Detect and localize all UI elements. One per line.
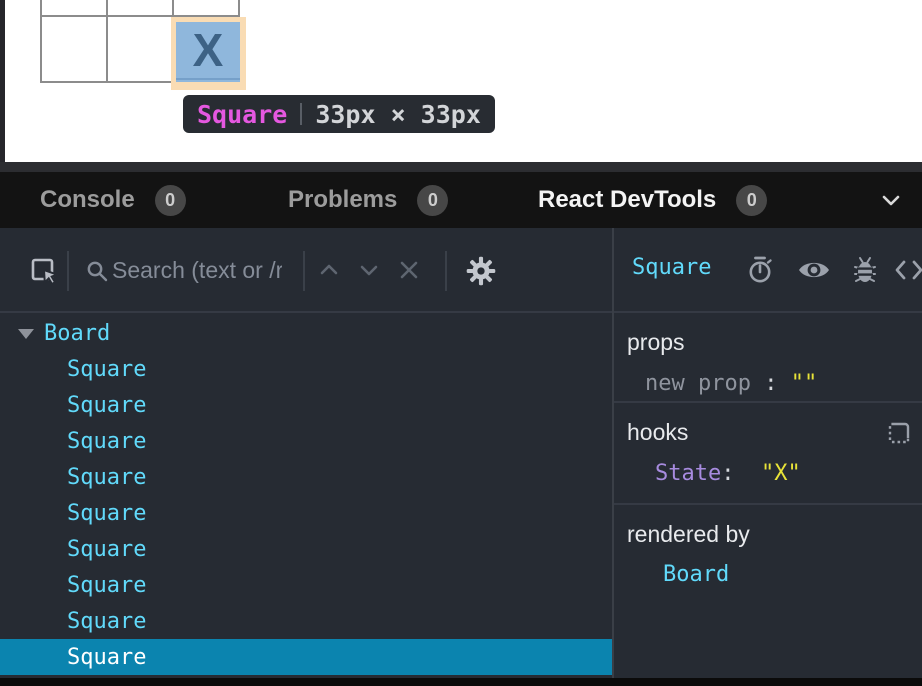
tree-item-square[interactable]: Square	[0, 603, 612, 639]
tree-item-label: Square	[67, 357, 146, 382]
chevron-down-icon[interactable]	[878, 190, 904, 210]
window-left-edge	[0, 0, 5, 162]
inspected-toolbar: Square	[614, 228, 922, 313]
props-row[interactable]: new prop : ""	[627, 371, 912, 396]
board-cell[interactable]	[107, 16, 173, 82]
suspend-stopwatch-icon[interactable]	[746, 255, 776, 285]
hooks-section: hooks State: "X"	[614, 403, 922, 505]
hook-separator: :	[721, 461, 734, 486]
component-tree: Board SquareSquareSquareSquareSquareSqua…	[0, 313, 612, 678]
clear-search-icon[interactable]	[397, 258, 421, 282]
tree-item-label: Square	[67, 573, 146, 598]
tab-label: Problems	[288, 186, 397, 214]
inspect-dom-eye-icon[interactable]	[797, 258, 831, 282]
prop-separator: :	[751, 371, 791, 396]
props-section: props new prop : ""	[614, 313, 922, 403]
window-bottom-edge	[0, 678, 922, 686]
search-prev-icon[interactable]	[316, 261, 342, 279]
toolbar-separator	[67, 251, 69, 291]
inspect-tooltip: Square 33px × 33px	[183, 95, 495, 133]
toolbar-separator	[303, 251, 305, 291]
tree-item-square[interactable]: Square	[0, 387, 612, 423]
tab-console[interactable]: Console 0	[40, 172, 186, 228]
board-cell[interactable]	[173, 0, 239, 16]
tab-label: React DevTools	[538, 186, 716, 214]
components-pane: Board SquareSquareSquareSquareSquareSqua…	[0, 228, 612, 678]
tree-item-square[interactable]: Square	[0, 459, 612, 495]
expand-arrow-icon[interactable]	[18, 329, 34, 339]
inspect-element-icon[interactable]	[30, 257, 60, 287]
tree-item-label: Square	[67, 645, 146, 670]
tooltip-component-name: Square	[197, 100, 287, 129]
tree-item-label: Square	[67, 537, 146, 562]
search-next-icon[interactable]	[356, 261, 382, 279]
hook-value[interactable]: "X"	[761, 461, 801, 486]
hooks-row[interactable]: State: "X"	[627, 461, 912, 486]
tree-item-label: Square	[67, 393, 146, 418]
prop-key[interactable]: new prop	[645, 371, 751, 396]
rendered-by-owner-link[interactable]: Board	[627, 562, 912, 587]
tree-item-label: Square	[67, 465, 146, 490]
rendered-by-section: rendered by Board	[614, 505, 922, 678]
component-tree-children: Square Square Square Square Square Square Squa…	[0, 351, 612, 675]
tab-count-badge: 0	[155, 185, 186, 216]
tab-problems[interactable]: Problems 0	[288, 172, 448, 228]
inspect-highlight-content: X	[176, 22, 240, 82]
hook-name: State	[655, 461, 721, 486]
tooltip-dimensions: 33px × 33px	[315, 100, 481, 129]
tab-count-badge: 0	[736, 185, 767, 216]
search-input[interactable]	[112, 252, 282, 288]
grid-line	[176, 78, 240, 80]
hooks-title: hooks	[627, 419, 688, 446]
gear-icon[interactable]	[465, 255, 497, 287]
tooltip-divider	[300, 103, 302, 125]
tree-item-square[interactable]: Square	[0, 531, 612, 567]
tree-item-square[interactable]: Square	[0, 351, 612, 387]
tab-react-devtools[interactable]: React DevTools 0	[538, 172, 767, 228]
tree-item-square[interactable]: Square	[0, 639, 612, 675]
tree-item-board[interactable]: Board	[0, 315, 612, 351]
props-title: props	[627, 329, 912, 356]
devtools-top-border[interactable]	[0, 162, 922, 172]
board-cell[interactable]	[41, 0, 107, 16]
tab-label: Console	[40, 186, 135, 214]
browser-page-area: X Square 33px × 33px	[0, 0, 922, 162]
square-value: X	[193, 27, 224, 73]
tree-item-square[interactable]: Square	[0, 423, 612, 459]
tree-item-label: Square	[67, 501, 146, 526]
search-icon	[85, 259, 109, 283]
view-source-code-icon[interactable]	[894, 258, 922, 282]
tab-count-badge: 0	[417, 185, 448, 216]
prop-value[interactable]: ""	[791, 371, 818, 396]
components-toolbar	[0, 228, 612, 313]
inspected-component-name: Square	[632, 255, 711, 280]
log-bug-icon[interactable]	[852, 254, 878, 286]
board-cell[interactable]	[107, 0, 173, 16]
rendered-by-title: rendered by	[627, 521, 912, 548]
tree-item-label: Square	[67, 609, 146, 634]
inspector-pane: Square	[614, 228, 922, 678]
screenshot-root: X Square 33px × 33px Console 0 Problems …	[0, 0, 922, 686]
react-devtools-panel: Board SquareSquareSquareSquareSquareSqua…	[0, 228, 922, 678]
tree-item-label: Board	[44, 321, 110, 346]
tree-item-label: Square	[67, 429, 146, 454]
tree-item-square[interactable]: Square	[0, 495, 612, 531]
devtools-tab-bar: Console 0 Problems 0 React DevTools 0	[0, 172, 922, 228]
parse-hooks-icon[interactable]	[886, 420, 912, 446]
tree-item-square[interactable]: Square	[0, 567, 612, 603]
board-cell[interactable]	[41, 16, 107, 82]
toolbar-separator	[445, 251, 447, 291]
